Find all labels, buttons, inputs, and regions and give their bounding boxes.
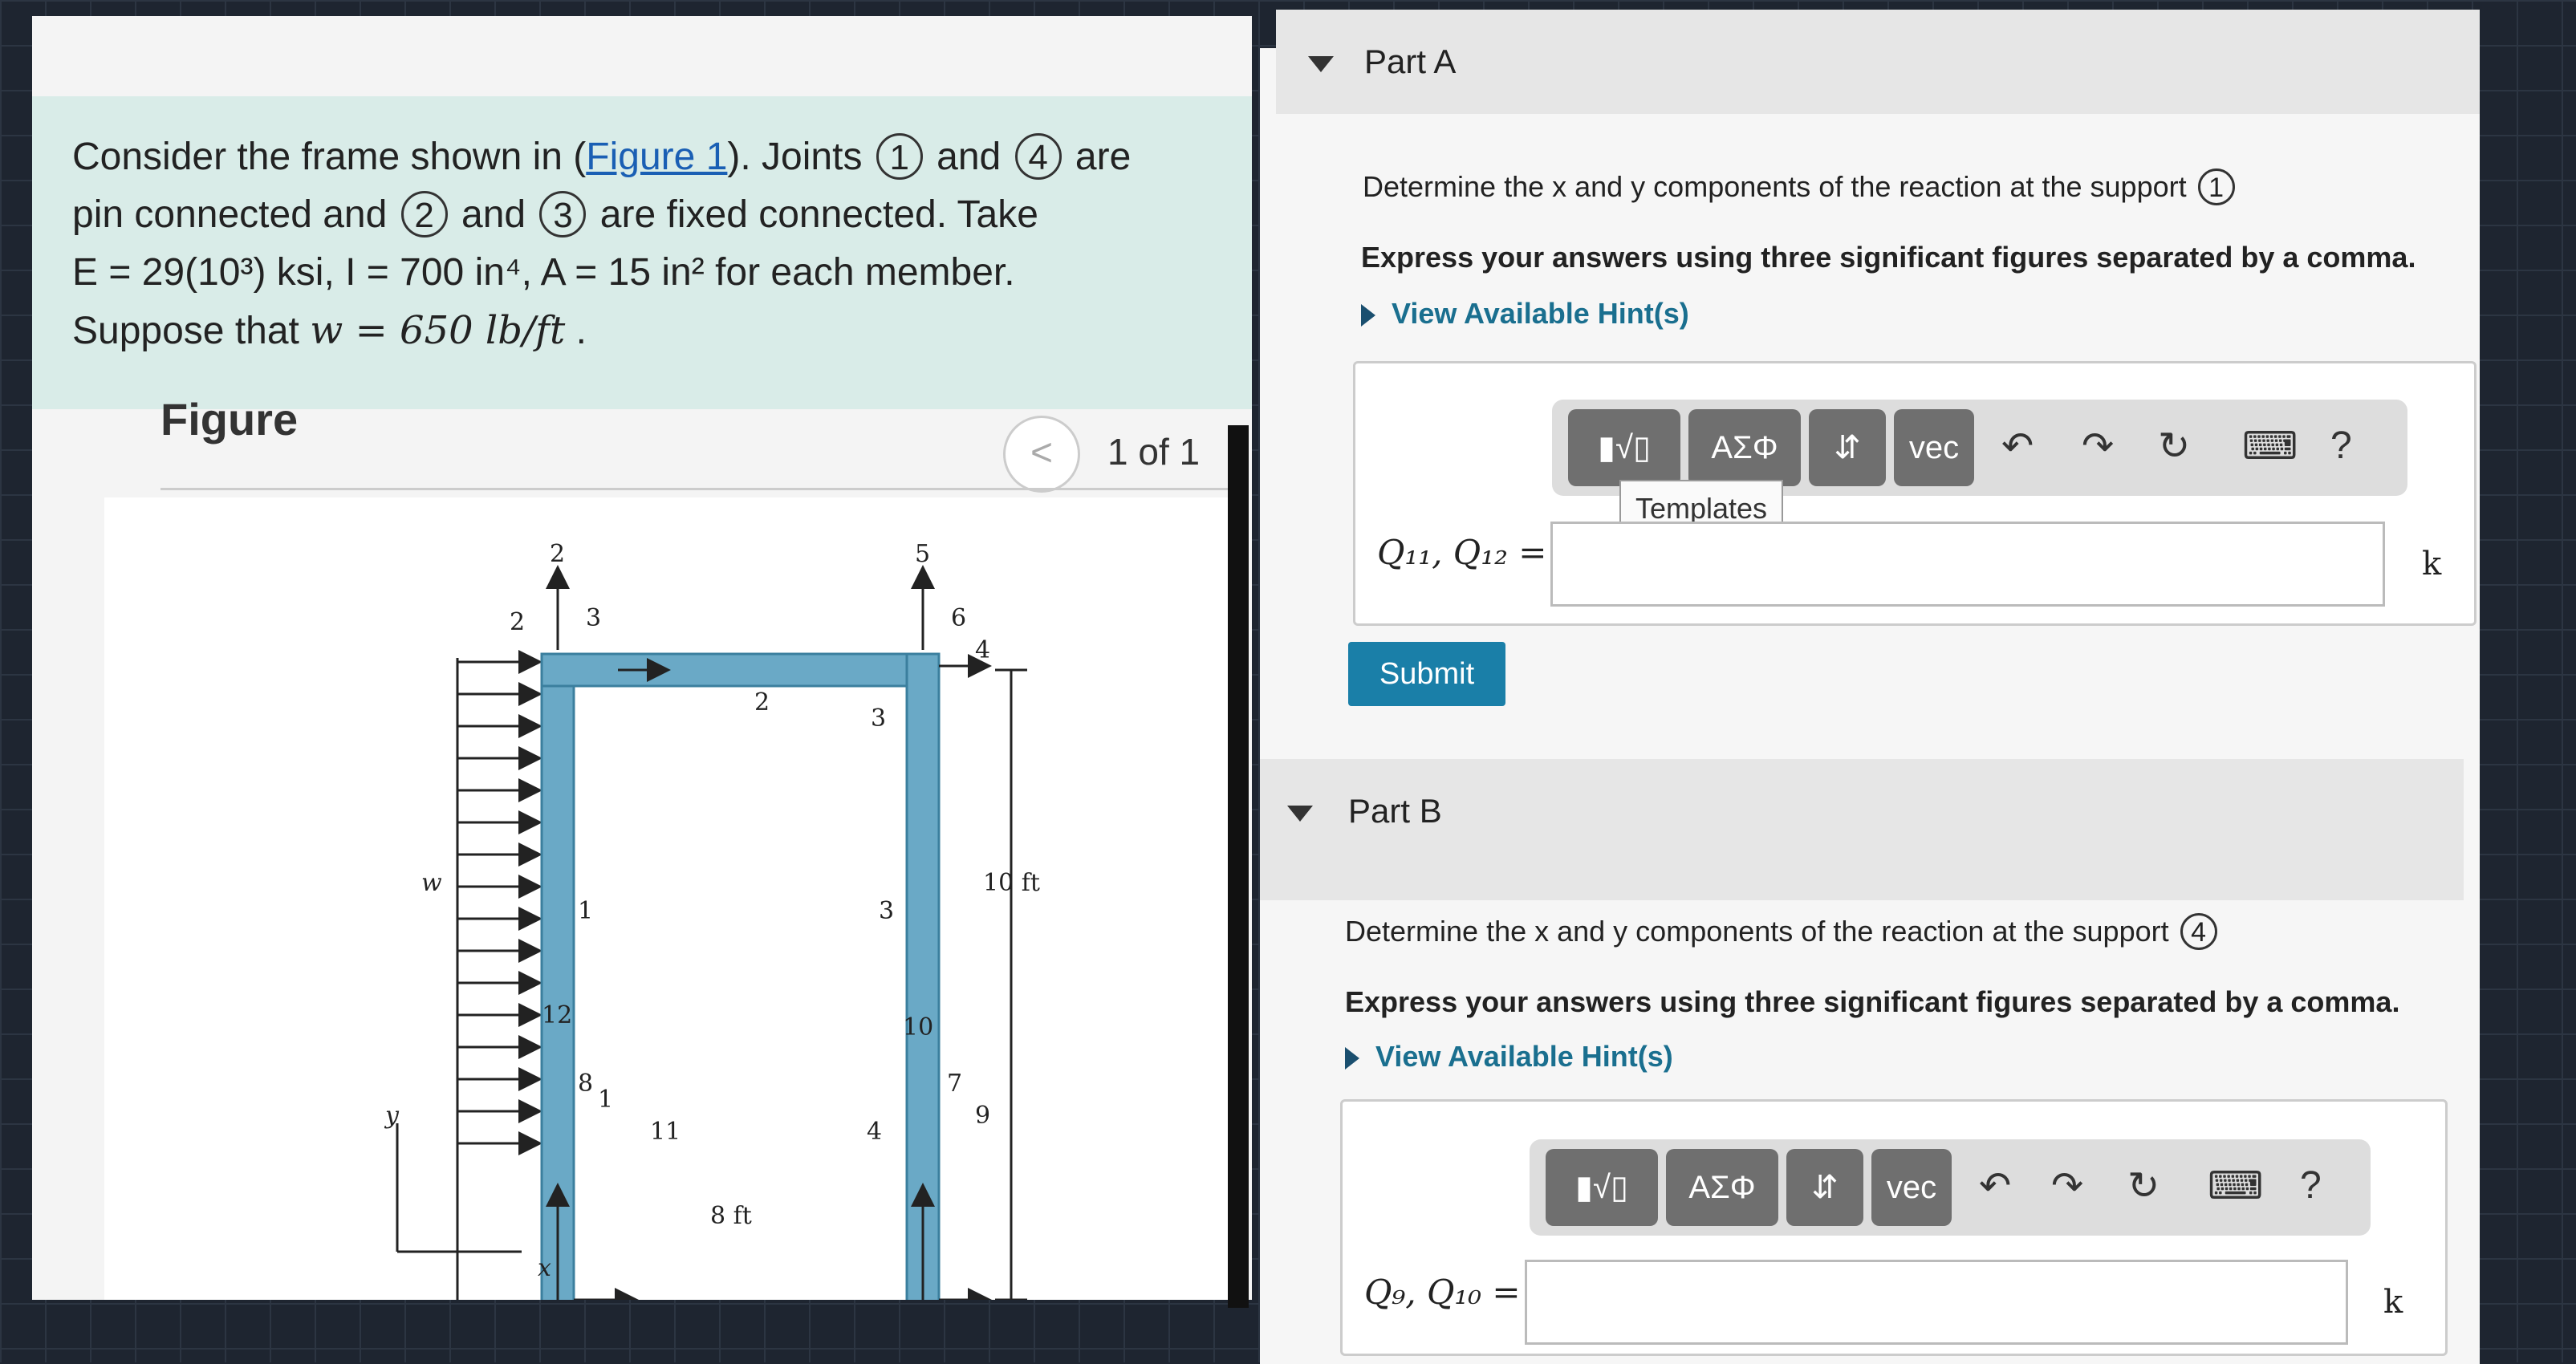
coord-7: 7: [947, 1070, 962, 1098]
greek-symbols-button[interactable]: ΑΣΦ: [1688, 409, 1801, 486]
part-b-question: Determine the x and y components of the …: [1345, 913, 2220, 950]
redo-icon[interactable]: ↷: [2051, 1163, 2083, 1208]
expand-triangle-icon: [1345, 1047, 1359, 1070]
part-b-instruction: Express your answers using three signifi…: [1345, 985, 2400, 1018]
member-2-label: 2: [754, 688, 770, 717]
greek-symbols-button[interactable]: ΑΣΦ: [1666, 1149, 1778, 1226]
distributed-load-arrows: [456, 650, 542, 1308]
coord-5: 5: [915, 540, 930, 568]
figure-pager-text: 1 of 1: [1107, 431, 1201, 473]
coord-3: 3: [586, 604, 601, 632]
reset-icon[interactable]: ↻: [2158, 424, 2190, 469]
load-value: w = 650 lb/ft: [310, 308, 566, 353]
figure-area: w y x 10 ft 8 ft 1 2 3 1 2 3 4 2 3 5 6 4…: [104, 497, 1228, 1364]
frame-diagram: w y x 10 ft 8 ft 1 2 3 1 2 3 4 2 3 5 6 4…: [384, 540, 1040, 1364]
problem-statement: Consider the frame shown in (Figure 1). …: [32, 96, 1252, 409]
joint-4-badge: 4: [1014, 133, 1062, 180]
part-a-instruction: Express your answers using three signifi…: [1361, 241, 2416, 274]
coord-8: 8: [578, 1070, 593, 1098]
keyboard-icon[interactable]: ⌨: [2208, 1163, 2263, 1208]
coord-9: 9: [975, 1102, 990, 1130]
node-3-label: 3: [871, 704, 886, 733]
support-4-badge: 4: [2180, 913, 2217, 950]
part-b-answer-input[interactable]: [1525, 1260, 2348, 1345]
submit-button[interactable]: Submit: [1348, 642, 1505, 706]
expand-triangle-icon: [1361, 304, 1375, 327]
undo-icon[interactable]: ↶: [2001, 424, 2034, 469]
joint-2-badge: 2: [400, 191, 448, 237]
help-icon[interactable]: ?: [2300, 1163, 2322, 1208]
vector-button[interactable]: vec: [1871, 1149, 1952, 1226]
node-4-label: 4: [867, 1118, 882, 1146]
part-b-header[interactable]: Part B: [1260, 759, 2464, 900]
member-1-label: 1: [578, 897, 593, 925]
support-1-badge: 1: [2197, 168, 2235, 205]
part-a-unit: k: [2422, 546, 2442, 583]
coord-6: 6: [951, 604, 966, 632]
help-icon[interactable]: ?: [2330, 424, 2352, 468]
member-3-label: 3: [879, 897, 894, 925]
joint-1-badge: 1: [876, 133, 923, 180]
part-b-math-toolbar: ▮√▯ ΑΣΦ ⇵ vec ↶ ↷ ↻ ⌨ ?: [1530, 1139, 2371, 1236]
redo-icon[interactable]: ↷: [2082, 424, 2114, 469]
vector-button[interactable]: vec: [1894, 409, 1974, 486]
part-a-question: Determine the x and y components of the …: [1363, 168, 2238, 205]
figure-title: Figure: [160, 394, 299, 445]
undo-icon[interactable]: ↶: [1979, 1163, 2011, 1208]
templates-button[interactable]: ▮√▯: [1546, 1149, 1658, 1226]
collapse-caret-icon: [1287, 806, 1313, 822]
coord-11: 11: [650, 1118, 681, 1146]
figure-link[interactable]: Figure 1: [586, 136, 727, 178]
collapse-caret-icon: [1308, 56, 1334, 72]
node-1-label: 1: [598, 1086, 613, 1114]
panel-divider: [1228, 425, 1249, 1308]
width-dimension: 8 ft: [710, 1202, 752, 1230]
coord-4: 4: [975, 636, 990, 664]
height-dimension: 10 ft: [983, 869, 1040, 897]
joint-3-badge: 3: [539, 191, 587, 237]
material-properties: E = 29(10³) ksi, I = 700 in⁴, A = 15 in²…: [72, 251, 1015, 294]
load-label: w: [421, 869, 442, 897]
node-2-label: 2: [510, 608, 525, 636]
arrows-button[interactable]: ⇵: [1809, 409, 1886, 486]
arrows-button[interactable]: ⇵: [1786, 1149, 1863, 1226]
part-a-header[interactable]: Part A: [1276, 10, 2480, 114]
previous-figure-button[interactable]: <: [1003, 416, 1080, 493]
templates-button[interactable]: ▮√▯: [1568, 409, 1680, 486]
figure-divider: [160, 488, 1228, 490]
keyboard-icon[interactable]: ⌨: [2242, 424, 2298, 469]
y-axis-label: y: [384, 1102, 400, 1130]
part-a-answer-input[interactable]: [1550, 522, 2385, 607]
coord-10: 10: [903, 1013, 933, 1041]
x-axis-label: x: [538, 1254, 551, 1282]
part-a-hint-link[interactable]: View Available Hint(s): [1361, 297, 1689, 331]
part-b-unit: k: [2383, 1284, 2403, 1321]
reset-icon[interactable]: ↻: [2127, 1163, 2160, 1208]
coord-12: 12: [542, 1001, 572, 1029]
coord-2: 2: [550, 540, 565, 568]
member-2: [540, 652, 912, 688]
part-b-hint-link[interactable]: View Available Hint(s): [1345, 1040, 1673, 1074]
part-a-answer-label: Q₁₁, Q₁₂ =: [1377, 533, 1547, 572]
part-b-answer-label: Q₉, Q₁₀ =: [1364, 1273, 1521, 1312]
